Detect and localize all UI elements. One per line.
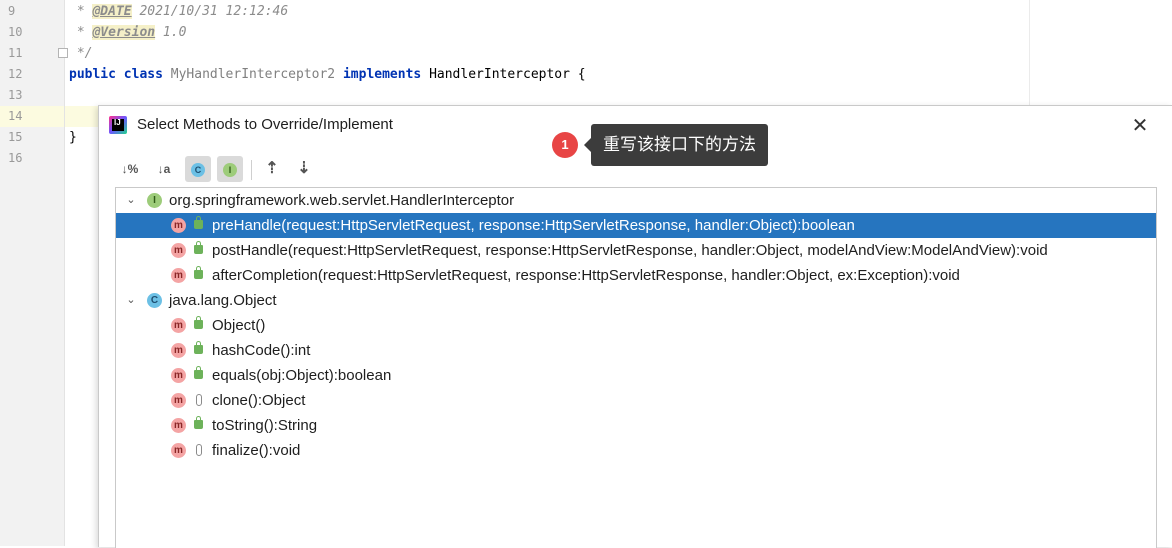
method-label: hashCode():int [212, 342, 311, 359]
collapse-all-button[interactable]: ⇣ [291, 156, 317, 182]
method-icon: m [171, 243, 186, 258]
line-number: 11 [8, 46, 23, 60]
code-line-10[interactable]: * @Version 1.0 [69, 22, 186, 43]
close-icon[interactable]: ✕ [1129, 114, 1151, 136]
select-methods-dialog: IJ Select Methods to Override/Implement … [98, 105, 1172, 548]
fold-marker-icon[interactable] [58, 48, 68, 58]
current-line-highlight [65, 106, 101, 127]
public-lock-icon [194, 266, 203, 279]
method-row-tostring[interactable]: m toString():String [116, 413, 1156, 438]
code-line-15[interactable]: } [69, 127, 77, 148]
dialog-title: Select Methods to Override/Implement [137, 116, 393, 133]
collapse-all-icon: ⇣ [297, 160, 311, 177]
group-label: java.lang.Object [169, 292, 277, 309]
method-row-equals[interactable]: m equals(obj:Object):boolean [116, 363, 1156, 388]
show-classes-toggle[interactable]: C [185, 156, 211, 182]
public-lock-icon [194, 241, 203, 254]
expand-all-icon: ⇡ [265, 160, 279, 177]
interface-icon: I [147, 193, 162, 208]
method-icon: m [171, 343, 186, 358]
method-row-clone[interactable]: m clone():Object [116, 388, 1156, 413]
method-label: toString():String [212, 417, 318, 434]
method-icon: m [171, 368, 186, 383]
protected-key-icon [196, 444, 202, 456]
sort-by-visibility-button[interactable]: ↓% [117, 156, 143, 182]
class-icon: C [147, 293, 162, 308]
public-lock-icon [194, 366, 203, 379]
method-label: preHandle(request:HttpServletRequest, re… [212, 217, 855, 234]
protected-key-icon [196, 394, 202, 406]
expand-all-button[interactable]: ⇡ [259, 156, 285, 182]
method-row-finalize[interactable]: m finalize():void [116, 438, 1156, 463]
method-icon: m [171, 418, 186, 433]
chevron-down-icon[interactable]: ⌄ [125, 288, 137, 313]
annotation-tooltip: 重写该接口下的方法 [584, 124, 768, 166]
line-number: 13 [8, 88, 23, 102]
intellij-logo-icon: IJ [109, 116, 127, 134]
method-row-posthandle[interactable]: m postHandle(request:HttpServletRequest,… [116, 238, 1156, 263]
method-label: afterCompletion(request:HttpServletReque… [212, 267, 960, 284]
method-icon: m [171, 318, 186, 333]
method-label: equals(obj:Object):boolean [212, 367, 392, 384]
toolbar-separator [251, 160, 252, 180]
line-number: 10 [8, 25, 23, 39]
method-label: finalize():void [212, 442, 301, 459]
code-line-9[interactable]: * @DATE 2021/10/31 12:12:46 [69, 1, 288, 22]
method-row-prehandle[interactable]: m preHandle(request:HttpServletRequest, … [116, 213, 1156, 238]
method-label: postHandle(request:HttpServletRequest, r… [212, 242, 1048, 259]
public-lock-icon [194, 341, 203, 354]
method-icon: m [171, 393, 186, 408]
method-row-aftercompletion[interactable]: m afterCompletion(request:HttpServletReq… [116, 263, 1156, 288]
javadoc-tag: @Version [92, 25, 156, 40]
method-label: Object() [212, 317, 266, 334]
method-icon: m [171, 218, 186, 233]
class-icon: C [191, 162, 205, 177]
method-row-hashcode[interactable]: m hashCode():int [116, 338, 1156, 363]
tree-group-handlerinterceptor[interactable]: ⌄ I org.springframework.web.servlet.Hand… [116, 188, 1156, 213]
line-number: 12 [8, 67, 23, 81]
tree-group-java-lang-object[interactable]: ⌄ C java.lang.Object [116, 288, 1156, 313]
group-label: org.springframework.web.servlet.HandlerI… [169, 192, 515, 209]
public-lock-icon [194, 416, 203, 429]
javadoc-tag: @DATE [92, 4, 132, 19]
public-lock-icon [194, 216, 203, 229]
method-icon: m [171, 268, 186, 283]
sort-alpha-icon: ↓a [157, 162, 171, 176]
show-interfaces-toggle[interactable]: I [217, 156, 243, 182]
sort-visibility-icon: ↓% [121, 162, 139, 176]
line-number: 15 [8, 130, 23, 144]
method-icon: m [171, 443, 186, 458]
line-number: 9 [8, 4, 16, 18]
method-label: clone():Object [212, 392, 306, 409]
methods-tree[interactable]: ⌄ I org.springframework.web.servlet.Hand… [115, 187, 1157, 548]
public-lock-icon [194, 316, 203, 329]
interface-icon: I [223, 162, 237, 177]
code-line-11[interactable]: */ [69, 43, 93, 64]
method-row-object[interactable]: m Object() [116, 313, 1156, 338]
chevron-down-icon[interactable]: ⌄ [125, 188, 137, 213]
annotation-badge: 1 [552, 132, 578, 158]
sort-alphabetically-button[interactable]: ↓a [151, 156, 177, 182]
line-number: 14 [8, 109, 23, 123]
code-line-12[interactable]: public class MyHandlerInterceptor2 imple… [69, 64, 586, 85]
line-number: 16 [8, 151, 23, 165]
